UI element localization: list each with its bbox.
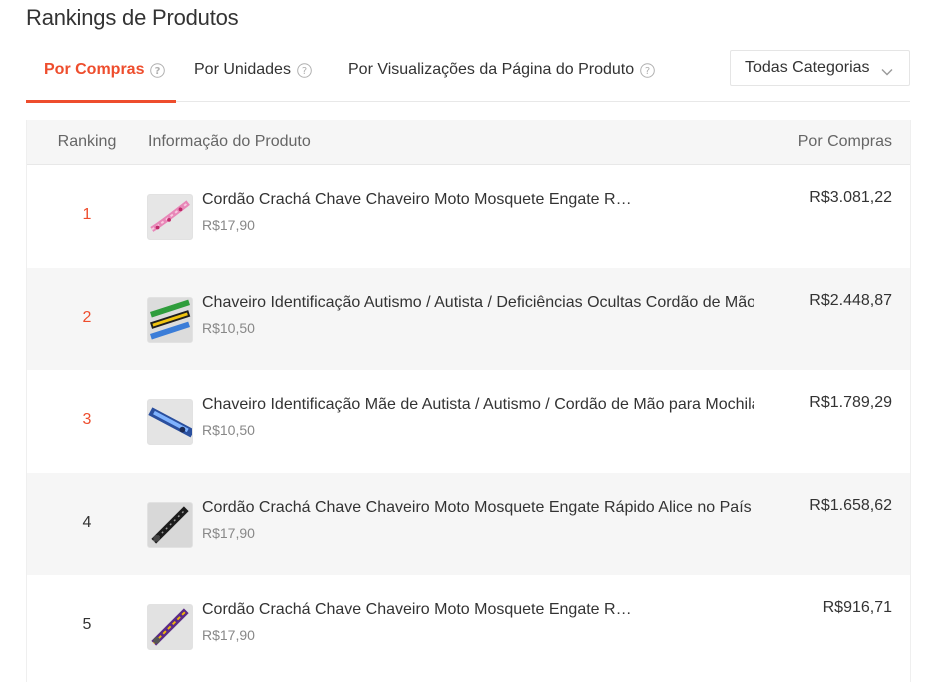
purchase-value: R$1.789,29 bbox=[809, 394, 892, 412]
table-header: Ranking Informação do Produto Por Compra… bbox=[27, 120, 910, 165]
product-name[interactable]: Cordão Crachá Chave Chaveiro Moto Mosque… bbox=[202, 601, 637, 619]
header-purchases[interactable]: Por Compras bbox=[798, 120, 892, 164]
ranking-table: Ranking Informação do Produto Por Compra… bbox=[26, 120, 911, 682]
tab-label: Por Unidades bbox=[194, 61, 291, 78]
tab-por-unidades[interactable]: Por Unidades ? bbox=[194, 38, 312, 102]
tab-label: Por Visualizações da Página do Produto bbox=[348, 61, 635, 78]
page-title: Rankings de Produtos bbox=[26, 5, 239, 30]
question-circle-icon[interactable]: ? bbox=[640, 62, 655, 78]
svg-text:?: ? bbox=[645, 66, 650, 77]
product-thumbnail[interactable] bbox=[147, 296, 193, 343]
product-thumbnail[interactable] bbox=[147, 194, 193, 240]
tab-por-compras[interactable]: Por Compras ? bbox=[26, 38, 176, 103]
product-price: R$17,90 bbox=[202, 524, 255, 541]
table-row[interactable]: 1 Cordão Crachá Chave Chaveiro Moto Mosq… bbox=[27, 165, 910, 268]
tab-label: Por Compras bbox=[44, 61, 145, 78]
header-ranking: Ranking bbox=[57, 133, 117, 150]
rank-number: 1 bbox=[82, 206, 92, 223]
tab-por-visualizacoes[interactable]: Por Visualizações da Página do Produto ? bbox=[348, 38, 655, 102]
product-name[interactable]: Cordão Crachá Chave Chaveiro Moto Mosque… bbox=[202, 191, 637, 209]
rank-number: 5 bbox=[82, 616, 92, 634]
product-price: R$17,90 bbox=[202, 217, 255, 233]
purchase-value: R$2.448,87 bbox=[809, 291, 892, 309]
product-thumbnail[interactable] bbox=[147, 501, 193, 548]
product-price: R$10,50 bbox=[202, 319, 255, 336]
chevron-down-icon bbox=[881, 63, 893, 81]
svg-text:?: ? bbox=[155, 66, 161, 77]
purchase-value: R$3.081,22 bbox=[809, 189, 892, 206]
product-name[interactable]: Cordão Crachá Chave Chaveiro Moto Mosque… bbox=[202, 499, 754, 517]
svg-text:?: ? bbox=[302, 66, 307, 77]
rank-number: 2 bbox=[82, 308, 92, 326]
question-circle-icon[interactable]: ? bbox=[150, 62, 166, 78]
category-dropdown-value: Todas Categorias bbox=[745, 59, 870, 76]
product-price: R$17,90 bbox=[202, 627, 255, 644]
question-circle-icon[interactable]: ? bbox=[297, 62, 312, 78]
product-price: R$10,50 bbox=[202, 422, 255, 439]
table-row[interactable]: 5 Cordão Crachá Chave Chaveiro Moto Mosq… bbox=[27, 575, 910, 678]
purchase-value: R$916,71 bbox=[822, 599, 892, 617]
table-row[interactable]: 3 Chaveiro Identificação Mãe de Autista … bbox=[27, 370, 910, 473]
rank-number: 4 bbox=[82, 513, 92, 531]
rank-number: 3 bbox=[82, 411, 92, 429]
product-thumbnail[interactable] bbox=[147, 604, 193, 651]
table-row[interactable]: 2 Chaveiro Identificação Autismo / Autis… bbox=[27, 267, 910, 371]
product-name[interactable]: Chaveiro Identificação Autismo / Autista… bbox=[202, 294, 754, 312]
product-name[interactable]: Chaveiro Identificação Mãe de Autista / … bbox=[202, 396, 754, 414]
purchase-value: R$1.658,62 bbox=[809, 496, 892, 514]
product-thumbnail[interactable] bbox=[147, 399, 193, 446]
category-dropdown[interactable]: Todas Categorias bbox=[730, 50, 910, 86]
table-row[interactable]: 4 Cordão Crachá Chave Chaveiro Moto Mosq… bbox=[27, 472, 910, 576]
header-product-info: Informação do Produto bbox=[148, 133, 311, 150]
